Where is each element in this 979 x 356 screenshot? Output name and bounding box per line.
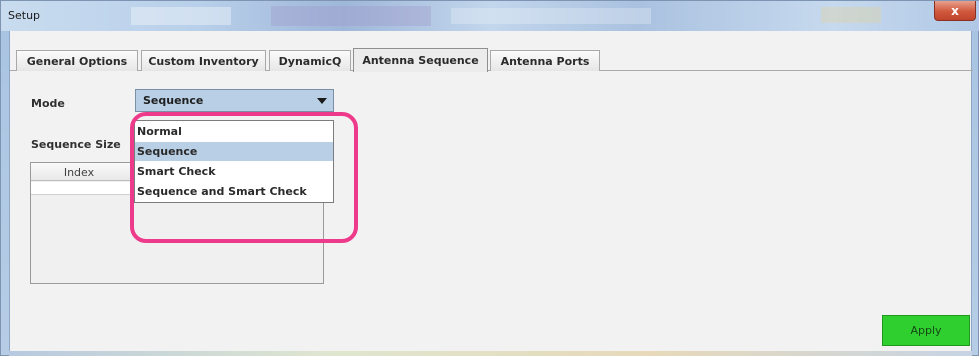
dialog-client-area: General Options Custom Inventory Dynamic… — [9, 31, 973, 356]
highlight-annotation — [130, 112, 358, 243]
titlebar-background-blur — [131, 7, 231, 25]
tab-custom-inventory[interactable]: Custom Inventory — [141, 50, 266, 71]
titlebar-background-blur — [451, 8, 651, 24]
titlebar-background-blur — [821, 7, 881, 23]
column-header-index: Index — [63, 166, 95, 179]
tab-antenna-ports[interactable]: Antenna Ports — [490, 50, 600, 71]
window-title: Setup — [8, 9, 41, 22]
mode-dropdown-value: Sequence — [143, 94, 204, 107]
mode-label: Mode — [31, 97, 65, 110]
setup-window: Setup x General Options Custom Inventory… — [0, 0, 979, 356]
apply-button-label: Apply — [910, 324, 942, 337]
apply-button[interactable]: Apply — [882, 315, 970, 346]
taskbar-strip — [9, 351, 972, 356]
close-icon: x — [951, 3, 959, 18]
chevron-down-icon[interactable] — [314, 93, 330, 108]
mode-dropdown[interactable]: Sequence — [135, 89, 334, 112]
tab-strip: General Options Custom Inventory Dynamic… — [10, 48, 973, 72]
tab-dynamicq[interactable]: DynamicQ — [269, 50, 351, 71]
title-bar[interactable]: Setup x — [1, 1, 979, 31]
titlebar-background-blur — [271, 6, 431, 26]
close-button[interactable]: x — [934, 1, 976, 21]
tab-general-options[interactable]: General Options — [16, 50, 138, 71]
tab-antenna-sequence[interactable]: Antenna Sequence — [353, 48, 488, 72]
sequence-size-label: Sequence Size — [31, 138, 121, 151]
